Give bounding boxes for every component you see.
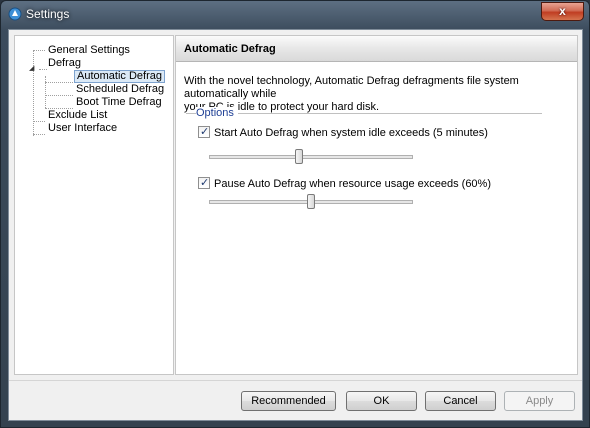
tree-item-automatic-defrag[interactable]: Automatic Defrag xyxy=(74,70,165,83)
collapse-triangle-icon[interactable]: ◢ xyxy=(29,65,37,73)
settings-window: Settings x General Settings ◢ Defrag Aut… xyxy=(0,0,590,428)
checkmark-icon: ✓ xyxy=(200,177,210,189)
panel-description: With the novel technology, Automatic Def… xyxy=(184,75,564,114)
title-bar[interactable]: Settings x xyxy=(1,1,589,27)
tree-connector xyxy=(45,76,46,108)
tree-connector xyxy=(33,50,45,51)
dialog-client-area: General Settings ◢ Defrag Automatic Defr… xyxy=(8,29,583,421)
tree-connector xyxy=(33,50,34,136)
checkmark-icon: ✓ xyxy=(200,126,210,138)
tree-connector xyxy=(33,121,45,122)
start-auto-defrag-checkbox[interactable]: ✓ xyxy=(198,126,210,138)
tree-item-boot-time-defrag[interactable]: Boot Time Defrag xyxy=(76,96,162,109)
option-start-auto-defrag[interactable]: ✓ Start Auto Defrag when system idle exce… xyxy=(198,126,488,140)
tree-item-scheduled-defrag[interactable]: Scheduled Defrag xyxy=(76,83,164,96)
slider-thumb[interactable] xyxy=(295,149,303,164)
slider-track[interactable] xyxy=(209,155,413,159)
tree-item-user-interface[interactable]: User Interface xyxy=(48,122,117,135)
start-auto-defrag-label: Start Auto Defrag when system idle excee… xyxy=(214,127,488,139)
pause-auto-defrag-checkbox[interactable]: ✓ xyxy=(198,177,210,189)
description-line-1: With the novel technology, Automatic Def… xyxy=(184,75,519,100)
apply-button[interactable]: Apply xyxy=(504,391,575,411)
resource-usage-slider[interactable] xyxy=(209,194,413,210)
tree-item-exclude-list[interactable]: Exclude List xyxy=(48,109,107,122)
recommended-button[interactable]: Recommended xyxy=(241,391,336,411)
window-title: Settings xyxy=(26,7,70,21)
idle-time-slider[interactable] xyxy=(209,149,413,165)
tree-item-general-settings[interactable]: General Settings xyxy=(48,44,130,57)
automatic-defrag-panel: Automatic Defrag With the novel technolo… xyxy=(175,35,578,375)
slider-thumb[interactable] xyxy=(307,194,315,209)
tree-item-defrag[interactable]: Defrag xyxy=(48,57,81,70)
cancel-button[interactable]: Cancel xyxy=(425,391,496,411)
settings-tree: General Settings ◢ Defrag Automatic Defr… xyxy=(14,35,174,375)
app-icon xyxy=(8,7,22,21)
tree-connector xyxy=(39,69,47,70)
tree-connector xyxy=(45,82,73,83)
option-pause-auto-defrag[interactable]: ✓ Pause Auto Defrag when resource usage e… xyxy=(198,177,491,191)
close-button[interactable]: x xyxy=(541,2,584,21)
tree-connector xyxy=(33,134,45,135)
panel-title: Automatic Defrag xyxy=(176,36,577,62)
pause-auto-defrag-label: Pause Auto Defrag when resource usage ex… xyxy=(214,178,491,190)
options-group-divider xyxy=(186,113,542,114)
footer-divider xyxy=(9,380,582,381)
tree-connector xyxy=(45,95,73,96)
ok-button[interactable]: OK xyxy=(346,391,417,411)
options-group-label: Options xyxy=(196,107,238,119)
